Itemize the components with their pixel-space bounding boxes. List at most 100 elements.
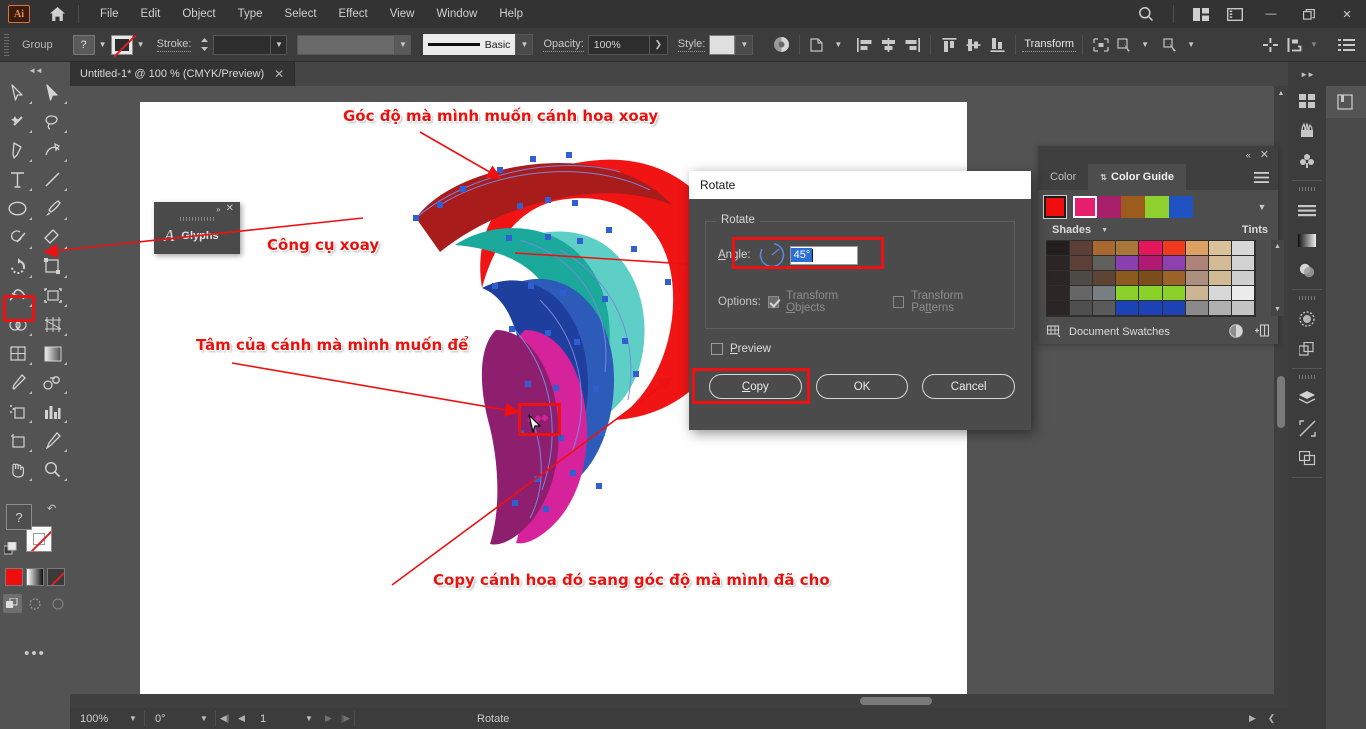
fill-chevron-down-icon[interactable]: ▼ xyxy=(95,35,111,55)
libraries-panel-icon[interactable] xyxy=(1326,86,1366,118)
color-swatch-cell[interactable] xyxy=(1209,241,1232,256)
slice-tool[interactable] xyxy=(35,426,70,455)
rotation-chevron-down-icon[interactable]: ▼ xyxy=(193,714,215,723)
color-swatch-cell[interactable] xyxy=(1186,271,1209,286)
color-swatch-cell[interactable] xyxy=(1232,256,1255,271)
color-swatch-cell[interactable] xyxy=(1139,271,1162,286)
swap-fill-stroke-icon[interactable]: ↶ xyxy=(47,502,56,515)
color-swatch-cell[interactable] xyxy=(1186,301,1209,316)
artboard-number-input[interactable]: 1 xyxy=(250,708,298,729)
collapse-panel-icon[interactable]: « xyxy=(1246,150,1250,160)
color-swatch-cell[interactable] xyxy=(1163,256,1186,271)
tab-color[interactable]: Color xyxy=(1038,164,1088,190)
color-swatch-cell[interactable] xyxy=(1232,271,1255,286)
stroke-profile-chevron-down-icon[interactable]: ▼ xyxy=(395,35,411,55)
opacity-label[interactable]: Opacity: xyxy=(543,38,583,52)
first-artboard-icon[interactable]: ◀| xyxy=(216,708,233,729)
color-swatch-cell[interactable] xyxy=(1093,301,1116,316)
stroke-weight-label[interactable]: Stroke: xyxy=(157,38,192,52)
harmony-swatch-4[interactable] xyxy=(1169,196,1193,218)
transparency-icon[interactable] xyxy=(1288,255,1326,285)
next-artboard-icon[interactable]: ▶ xyxy=(320,708,337,729)
workspace-switcher-icon[interactable] xyxy=(1218,0,1252,28)
gradient-tool[interactable] xyxy=(35,339,70,368)
transform-objects-checkbox[interactable] xyxy=(768,296,779,308)
lasso-tool[interactable] xyxy=(35,107,70,136)
menu-help[interactable]: Help xyxy=(488,3,534,25)
magic-wand-tool[interactable] xyxy=(0,107,35,136)
close-panel-icon[interactable]: ✕ xyxy=(1260,150,1269,161)
layers-icon[interactable] xyxy=(1288,383,1326,413)
color-swatch-cell[interactable] xyxy=(1047,271,1070,286)
artboard-panel-icon[interactable] xyxy=(1288,443,1326,473)
color-swatch-cell[interactable] xyxy=(1093,256,1116,271)
color-swatch-cell[interactable] xyxy=(1209,271,1232,286)
align-bottom-icon[interactable] xyxy=(985,33,1009,57)
select-similar-chevron-down-icon[interactable]: ▼ xyxy=(1137,35,1153,55)
rail-grip-2[interactable] xyxy=(1299,296,1315,300)
symbols-icon[interactable] xyxy=(1288,146,1326,176)
draw-behind-icon[interactable] xyxy=(26,594,45,613)
asset-export-icon[interactable] xyxy=(1288,413,1326,443)
copy-button[interactable]: Copy xyxy=(709,374,802,399)
type-tool[interactable] xyxy=(0,165,35,194)
color-swatch-cell[interactable] xyxy=(1047,301,1070,316)
draw-inside-icon[interactable] xyxy=(49,594,68,613)
prev-artboard-icon[interactable]: ◀ xyxy=(233,708,250,729)
opacity-options-arrow-icon[interactable]: ❯ xyxy=(650,35,668,55)
swatch-scroll-up-icon[interactable]: ▲ xyxy=(1271,240,1284,253)
angle-input[interactable]: 45° xyxy=(790,246,858,265)
scroll-up-icon[interactable]: ▲ xyxy=(1274,86,1288,100)
close-icon[interactable]: ✕ xyxy=(274,68,284,80)
swatch-scroll-down-icon[interactable]: ▼ xyxy=(1271,303,1284,316)
document-swatches-label[interactable]: Document Swatches xyxy=(1069,326,1170,338)
select-similar-icon[interactable] xyxy=(1113,33,1137,57)
hand-tool[interactable] xyxy=(0,455,35,484)
align-icon[interactable] xyxy=(1288,195,1326,225)
arrange-objects-icon[interactable] xyxy=(1159,33,1183,57)
stroke-weight-chevron-down-icon[interactable]: ▼ xyxy=(271,35,287,55)
artboard-tool[interactable] xyxy=(0,426,35,455)
tab-color-guide[interactable]: ⇅ Color Guide xyxy=(1088,164,1186,190)
base-color-swatch[interactable] xyxy=(1044,196,1066,218)
color-swatch-cell[interactable] xyxy=(1163,241,1186,256)
color-swatch-cell[interactable] xyxy=(1163,286,1186,301)
menu-edit[interactable]: Edit xyxy=(130,3,172,25)
window-close-button[interactable]: ✕ xyxy=(1328,0,1366,28)
brush-definition-select[interactable]: Basic xyxy=(423,34,515,55)
eraser-tool[interactable] xyxy=(35,223,70,252)
color-swatch-cell[interactable] xyxy=(1232,286,1255,301)
color-swatch-cell[interactable] xyxy=(1116,241,1139,256)
stroke-chevron-down-icon[interactable]: ▼ xyxy=(133,35,149,55)
color-swatch-cell[interactable] xyxy=(1163,301,1186,316)
rotation-input[interactable]: 0° xyxy=(145,708,193,729)
color-swatch-cell[interactable] xyxy=(1139,241,1162,256)
curvature-tool[interactable] xyxy=(35,136,70,165)
rail-collapse-icon[interactable]: ►► xyxy=(1288,62,1326,86)
graphic-style-swatch[interactable] xyxy=(709,35,735,55)
pen-tool[interactable] xyxy=(0,136,35,165)
rotate-tool[interactable] xyxy=(0,252,35,281)
gradient-fill-icon[interactable] xyxy=(26,568,44,586)
home-icon[interactable] xyxy=(46,3,68,25)
harmony-swatch-1[interactable] xyxy=(1097,196,1121,218)
transform-panel-button[interactable]: Transform xyxy=(1022,38,1076,52)
color-swatch-cell[interactable] xyxy=(1093,286,1116,301)
glyphs-panel[interactable]: » ✕ A Glyphs xyxy=(154,202,240,254)
preview-row[interactable]: Preview xyxy=(705,343,1015,355)
search-icon[interactable] xyxy=(1129,0,1163,28)
color-wheel-icon[interactable] xyxy=(1229,324,1243,341)
brush-chevron-down-icon[interactable]: ▼ xyxy=(515,34,533,55)
symbol-sprayer-tool[interactable] xyxy=(0,397,35,426)
color-swatch-cell[interactable] xyxy=(1070,286,1093,301)
scale-tool[interactable] xyxy=(35,252,70,281)
isolate-chevron-down-icon[interactable]: ▼ xyxy=(830,35,846,55)
menu-select[interactable]: Select xyxy=(274,3,328,25)
mesh-tool[interactable] xyxy=(0,339,35,368)
color-swatch-cell[interactable] xyxy=(1070,256,1093,271)
none-fill-icon[interactable] xyxy=(47,568,65,586)
color-guide-panel[interactable]: « ✕ Color ⇅ Color Guide ▼ Shades ▼ Tints… xyxy=(1038,146,1278,344)
color-fill-icon[interactable] xyxy=(5,568,23,586)
panel-menu-icon[interactable] xyxy=(1254,164,1278,190)
rotate-dialog[interactable]: Rotate Rotate Angle: 45° Options: Transf… xyxy=(689,171,1031,430)
